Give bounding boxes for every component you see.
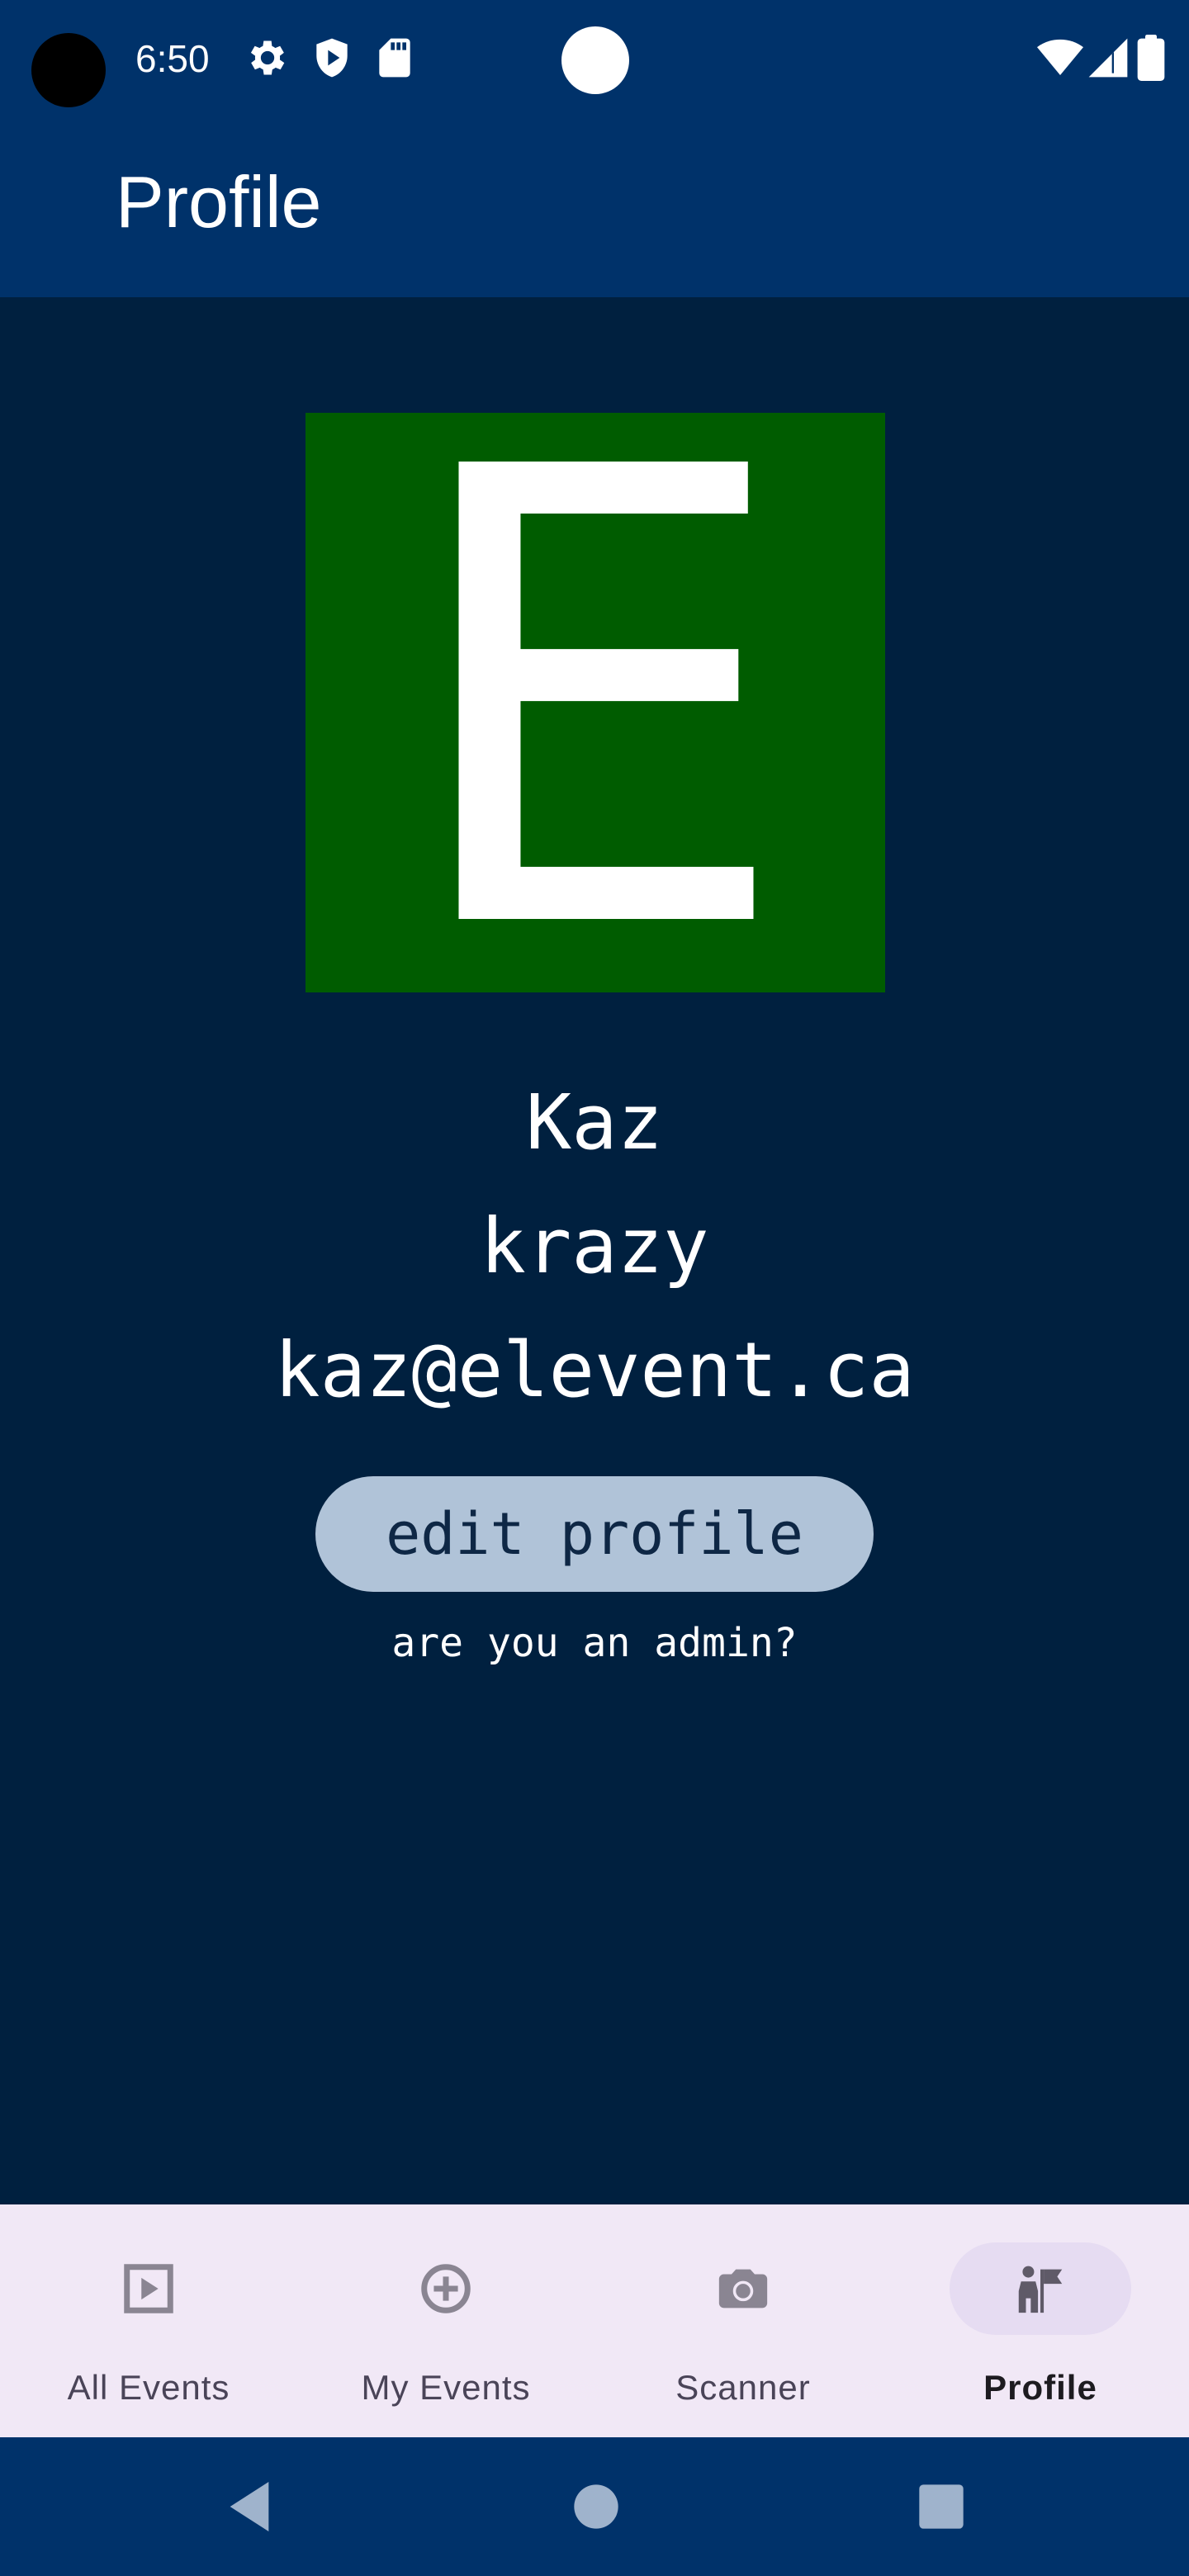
sd-card-icon — [372, 35, 418, 81]
recents-icon[interactable] — [908, 2474, 974, 2540]
nav-label: Profile — [983, 2368, 1097, 2407]
wifi-icon — [1037, 35, 1083, 81]
nav-item-profile[interactable]: Profile — [892, 2204, 1189, 2437]
nav-item-scanner[interactable]: Scanner — [594, 2204, 892, 2437]
nav-icon-container — [58, 2242, 239, 2335]
cellular-signal-icon — [1085, 35, 1131, 81]
app-bar: Profile — [0, 116, 1189, 297]
nav-label: All Events — [67, 2368, 230, 2407]
home-icon[interactable] — [563, 2474, 629, 2540]
avatar-letter: E — [396, 338, 794, 1068]
nav-icon-container — [950, 2242, 1131, 2335]
page-title: Profile — [116, 161, 322, 243]
add-circle-icon — [417, 2260, 475, 2318]
nav-item-all-events[interactable]: All Events — [0, 2204, 297, 2437]
nav-item-my-events[interactable]: My Events — [297, 2204, 594, 2437]
system-navigation-bar — [0, 2437, 1189, 2576]
bottom-navigation: All Events My Events Scanner Profile — [0, 2204, 1189, 2437]
avatar: E — [306, 338, 885, 1068]
nav-icon-container — [652, 2242, 834, 2335]
shield-icon — [309, 35, 355, 81]
back-icon[interactable] — [216, 2474, 282, 2540]
profile-email: kaz@elevent.ca — [274, 1326, 915, 1414]
camera-cutout — [31, 33, 106, 107]
profile-username: krazy — [480, 1202, 709, 1290]
admin-link[interactable]: are you an admin? — [0, 1610, 1189, 1676]
center-dot — [561, 26, 629, 94]
nav-label: Scanner — [675, 2368, 811, 2407]
profile-flag-icon — [1011, 2260, 1069, 2318]
profile-content: E Kaz krazy kaz@elevent.ca edit profile … — [0, 297, 1189, 2204]
edit-profile-button[interactable]: edit profile — [315, 1476, 874, 1592]
nav-label: My Events — [361, 2368, 531, 2407]
play-box-icon — [120, 2260, 178, 2318]
status-time: 6:50 — [135, 37, 210, 80]
battery-icon — [1133, 35, 1169, 81]
nav-icon-container — [355, 2242, 537, 2335]
profile-name: Kaz — [525, 1078, 664, 1167]
camera-icon — [714, 2260, 772, 2318]
gear-icon — [244, 35, 291, 81]
status-bar: 6:50 — [0, 0, 1189, 116]
